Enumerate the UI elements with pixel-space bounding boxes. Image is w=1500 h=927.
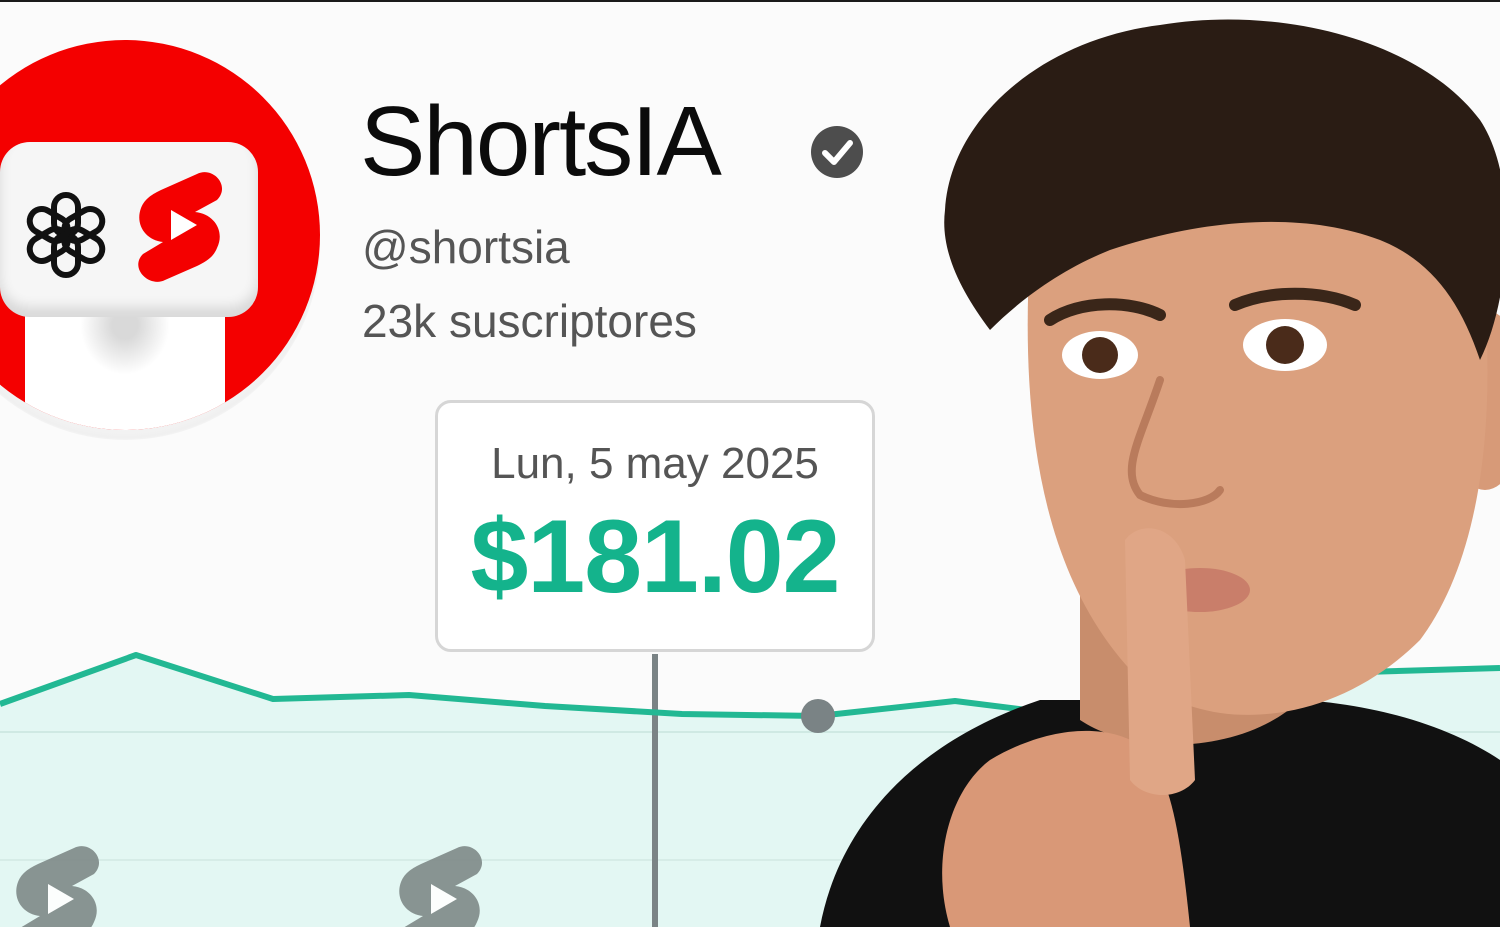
youtube-shorts-icon	[138, 172, 223, 282]
thumbnail-canvas: ShortsIA @shortsia 23k suscriptores Lun,…	[0, 0, 1500, 927]
channel-name: ShortsIA	[360, 86, 722, 196]
person-iris-left	[1082, 337, 1118, 373]
channel-avatar[interactable]	[0, 40, 320, 440]
person-finger	[1125, 528, 1195, 795]
person-iris-right	[1266, 326, 1304, 364]
subscriber-count: 23k suscriptores	[362, 295, 697, 347]
logo-tile	[0, 100, 260, 317]
openai-logo-icon	[26, 192, 106, 278]
person-photo	[820, 19, 1500, 927]
channel-handle[interactable]: @shortsia	[362, 222, 570, 273]
